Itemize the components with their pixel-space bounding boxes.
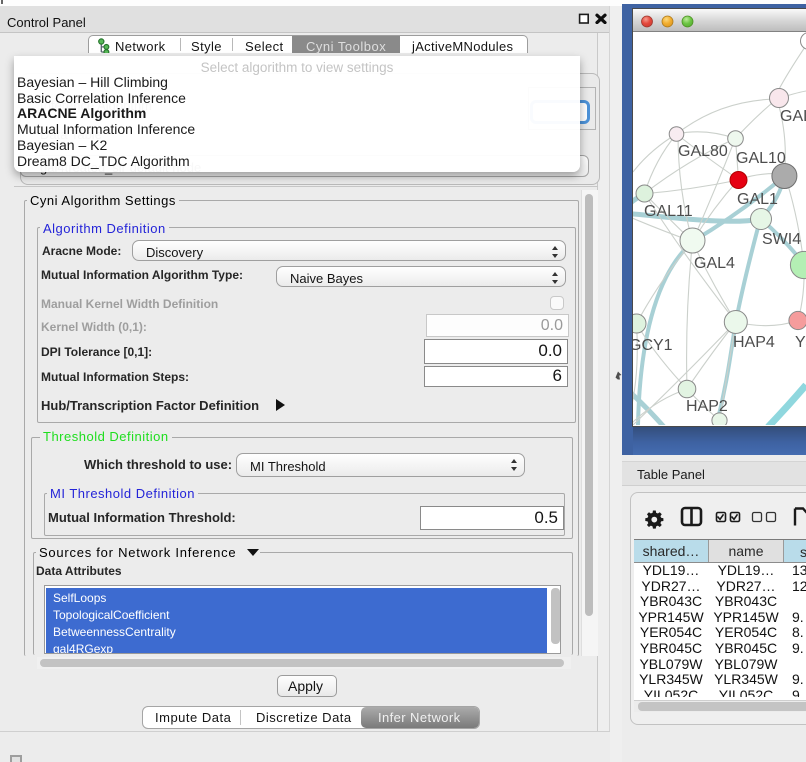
svg-text:HAP2: HAP2 xyxy=(686,398,728,415)
svg-text:GAL11: GAL11 xyxy=(644,203,693,220)
svg-text:GAL7: GAL7 xyxy=(780,108,806,125)
svg-text:GCY1: GCY1 xyxy=(629,337,673,354)
svg-text:GAL10: GAL10 xyxy=(736,150,786,167)
svg-text:GAL80: GAL80 xyxy=(678,143,728,160)
svg-text:GAL4: GAL4 xyxy=(694,255,735,272)
svg-text:GAL1: GAL1 xyxy=(737,191,778,208)
svg-text:YJ: YJ xyxy=(795,334,806,351)
svg-text:SWI4: SWI4 xyxy=(762,231,801,248)
svg-text:HAP4: HAP4 xyxy=(733,334,775,351)
